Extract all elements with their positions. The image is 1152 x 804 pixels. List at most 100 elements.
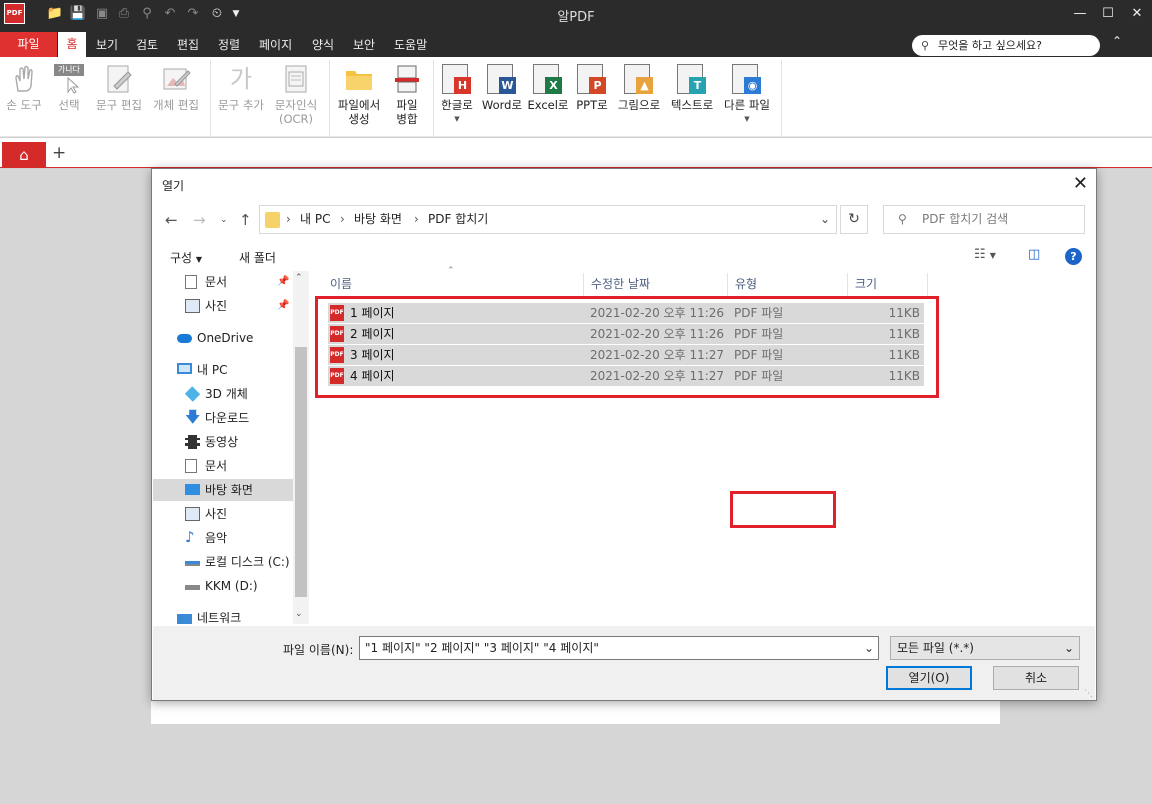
nav-label: KKM (D:): [205, 579, 258, 593]
breadcrumb-desktop[interactable]: 바탕 화면: [354, 206, 402, 233]
maximize-icon[interactable]: ☐: [1098, 4, 1118, 24]
new-tab-icon[interactable]: +: [52, 143, 66, 163]
nav-label: 다운로드: [205, 411, 250, 425]
filename-input[interactable]: "1 페이지" "2 페이지" "3 페이지" "4 페이지" ⌄: [359, 636, 879, 660]
close-window-icon[interactable]: ✕: [1127, 4, 1147, 24]
selected-files-highlight: [315, 296, 939, 398]
menu-edit[interactable]: 편집: [177, 36, 199, 53]
menu-arrange[interactable]: 정렬: [218, 36, 240, 53]
object-edit-button[interactable]: 개체 편집: [150, 61, 202, 135]
menu-help[interactable]: 도움말: [394, 36, 427, 53]
word-file-icon: W: [487, 64, 517, 94]
feature-search-input[interactable]: ⚲ 무엇을 하고 싶으세요?: [912, 35, 1100, 56]
word-label: Word로: [481, 98, 523, 112]
scroll-down-icon[interactable]: ⌄: [295, 609, 303, 619]
nav-label: 사진: [205, 299, 228, 313]
merge-files-button[interactable]: 파일 병합: [388, 61, 426, 135]
add-text-button[interactable]: 가 문구 추가: [215, 61, 267, 135]
organize-dropdown-icon: ▼: [195, 255, 203, 264]
file-type-filter-select[interactable]: 모든 파일 (*.*) ⌄: [890, 636, 1080, 660]
convert-to-image-button[interactable]: ▲ 그림으로: [615, 61, 663, 135]
text-edit-label: 문구 편집: [96, 98, 142, 112]
breadcrumb-current-folder[interactable]: PDF 합치기: [428, 206, 488, 233]
address-bar[interactable]: › 내 PC › 바탕 화면 › PDF 합치기 ⌄: [259, 205, 837, 234]
scroll-up-icon[interactable]: ⌃: [295, 273, 303, 283]
picture-icon: [185, 507, 200, 521]
column-header-size[interactable]: 크기: [848, 273, 928, 296]
menu-security[interactable]: 보안: [353, 36, 375, 53]
menu-review[interactable]: 검토: [136, 36, 158, 53]
hangul-dropdown-icon[interactable]: ▼: [437, 112, 477, 126]
hand-tool-button[interactable]: 손 도구: [4, 61, 44, 135]
ribbon: 손 도구 가나다 선택 문구 편집 개체 편집 가 문구 추가 문자인식 (OC…: [0, 57, 1152, 137]
minimize-icon[interactable]: —: [1070, 4, 1090, 24]
ribbon-separator: [329, 60, 330, 136]
filename-label: 파일 이름(N):: [283, 643, 354, 657]
home-tab-icon[interactable]: ⌂: [2, 142, 46, 168]
nav-label: 3D 개체: [205, 387, 248, 401]
new-folder-button[interactable]: 새 폴더: [239, 249, 276, 266]
menu-file[interactable]: 파일: [0, 32, 57, 57]
up-arrow-icon[interactable]: ↑: [239, 211, 252, 229]
convert-to-other-button[interactable]: ◉ 다른 파일 ▼: [721, 61, 773, 135]
ppt-label: PPT로: [576, 98, 608, 112]
hand-tool-label: 손 도구: [6, 98, 42, 112]
select-button[interactable]: 가나다 선택: [50, 61, 88, 135]
other-dropdown-icon[interactable]: ▼: [721, 112, 773, 126]
column-header-name[interactable]: 이름: [323, 273, 584, 296]
open-button[interactable]: 열기(O): [886, 666, 972, 690]
dialog-close-icon[interactable]: ✕: [1073, 173, 1088, 194]
document-tab-bar: [0, 138, 1152, 168]
menu-form[interactable]: 양식: [312, 36, 334, 53]
help-icon[interactable]: ?: [1065, 248, 1082, 265]
ocr-button[interactable]: 문자인식 (OCR): [272, 61, 320, 135]
back-arrow-icon[interactable]: ←: [165, 211, 178, 229]
preview-pane-icon[interactable]: ◫: [1028, 247, 1040, 262]
column-header-type[interactable]: 유형: [728, 273, 848, 296]
convert-to-hangul-button[interactable]: H 한글로 ▼: [437, 61, 477, 135]
forward-arrow-icon[interactable]: →: [193, 211, 206, 229]
nav-label: 로컬 디스크 (C:): [205, 555, 290, 569]
nav-label: 바탕 화면: [205, 483, 253, 497]
organize-button[interactable]: 구성 ▼: [170, 249, 202, 266]
nav-item-documents-pinned[interactable]: 문서 📌: [185, 271, 295, 293]
menu-view[interactable]: 보기: [96, 36, 118, 53]
image-label: 그림으로: [617, 98, 661, 112]
create-label-line1: 파일에서: [337, 98, 381, 112]
collapse-ribbon-icon[interactable]: ⌃: [1112, 34, 1122, 48]
filename-value: "1 페이지" "2 페이지" "3 페이지" "4 페이지": [365, 641, 599, 655]
resize-grip-icon[interactable]: ⋱: [1084, 689, 1093, 699]
filename-dropdown-icon[interactable]: ⌄: [864, 637, 874, 659]
folder-icon: [344, 64, 374, 94]
nav-scrollbar-thumb[interactable]: [295, 347, 307, 597]
breadcrumb-separator-icon: ›: [340, 212, 345, 226]
picture-icon: [185, 299, 200, 313]
convert-to-word-button[interactable]: W Word로: [480, 61, 524, 135]
folder-search-input[interactable]: ⚲ PDF 합치기 검색: [883, 205, 1085, 234]
text-edit-button[interactable]: 문구 편집: [94, 61, 144, 135]
view-options-icon[interactable]: ☷ ▼: [974, 247, 996, 262]
recent-locations-icon[interactable]: ⌄: [220, 215, 228, 225]
open-button-highlight: [730, 491, 836, 528]
create-from-file-button[interactable]: 파일에서 생성: [334, 61, 384, 135]
pin-icon: 📌: [277, 300, 290, 311]
convert-to-text-button[interactable]: T 텍스트로: [668, 61, 716, 135]
breadcrumb-my-pc[interactable]: 내 PC: [300, 206, 330, 233]
menu-page[interactable]: 페이지: [259, 36, 292, 53]
menu-home[interactable]: 홈: [58, 32, 86, 57]
address-dropdown-icon[interactable]: ⌄: [820, 206, 830, 233]
create-label-line2: 생성: [348, 112, 370, 126]
search-icon: ⚲: [921, 39, 930, 52]
nav-label: 네트워크: [197, 611, 242, 624]
nav-label: 내 PC: [197, 363, 228, 377]
convert-to-ppt-button[interactable]: P PPT로: [573, 61, 611, 135]
nav-item-pictures-pinned[interactable]: 사진 📌: [185, 295, 295, 317]
refresh-icon[interactable]: ↻: [840, 205, 868, 234]
nav-label: 동영상: [205, 435, 239, 449]
column-header-date[interactable]: 수정한 날짜: [584, 273, 728, 296]
convert-to-excel-button[interactable]: X Excel로: [527, 61, 569, 135]
cancel-button[interactable]: 취소: [993, 666, 1079, 690]
nav-item-desktop[interactable]: 바탕 화면: [153, 479, 293, 501]
app-title: 알PDF: [557, 10, 595, 25]
organize-label: 구성: [170, 251, 193, 265]
